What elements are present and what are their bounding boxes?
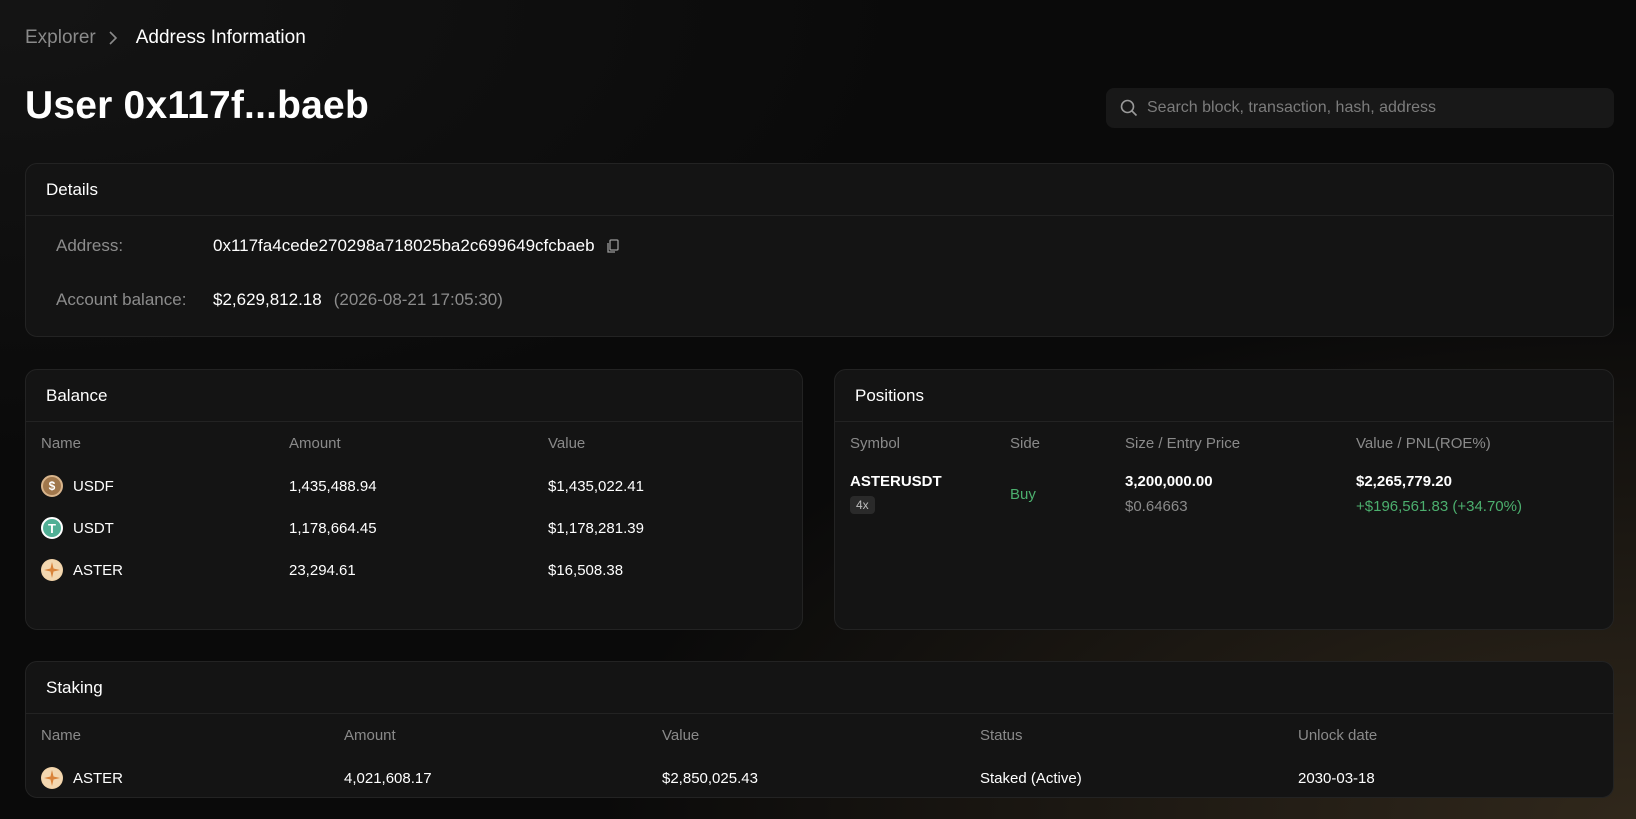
breadcrumb: Explorer Address Information — [25, 27, 306, 49]
asset-name: USDF — [73, 477, 114, 495]
balance-table: Name Amount Value $ USDF 1,435,488.94 $1… — [26, 422, 802, 591]
account-balance-timestamp: (2026-08-21 17:05:30) — [333, 290, 503, 309]
staking-status: Staked (Active) — [980, 769, 1082, 787]
staking-value: $2,850,025.43 — [662, 769, 758, 787]
positions-table: Symbol Side Size / Entry Price Value / P… — [835, 422, 1613, 515]
aster-coin-icon — [41, 767, 63, 789]
page-title: User 0x117f...baeb — [25, 84, 369, 127]
address-label: Address: — [56, 236, 124, 255]
search-icon — [1120, 99, 1138, 117]
staking-asset-name: ASTER — [73, 769, 124, 787]
staking-heading: Staking — [26, 662, 1613, 714]
position-size: 3,200,000.00 — [1125, 473, 1213, 490]
copy-icon[interactable] — [605, 238, 621, 254]
staking-card: Staking Name Amount Value Status Unlock … — [25, 661, 1614, 798]
position-side: Buy — [1010, 485, 1036, 503]
chevron-right-icon — [108, 28, 124, 48]
position-symbol[interactable]: ASTERUSDT — [850, 473, 1010, 490]
aster-coin-icon — [41, 559, 63, 581]
table-row: ASTERUSDT 4x Buy 3,200,000.00 $0.64663 $… — [835, 465, 1613, 515]
column-header: Name — [41, 435, 82, 452]
table-row: $ USDF 1,435,488.94 $1,435,022.41 — [26, 465, 802, 507]
staking-amount: 4,021,608.17 — [344, 769, 432, 787]
table-row: ASTER 23,294.61 $16,508.38 — [26, 549, 802, 591]
position-entry-price: $0.64663 — [1125, 498, 1188, 515]
column-header: Amount — [289, 435, 341, 452]
address-value: 0x117fa4cede270298a718025ba2c699649cfcba… — [213, 236, 595, 255]
table-row: T USDT 1,178,664.45 $1,178,281.39 — [26, 507, 802, 549]
column-header: Name — [41, 727, 82, 744]
search-bar[interactable] — [1106, 88, 1614, 128]
column-header: Symbol — [850, 435, 901, 452]
column-header: Side — [1010, 435, 1041, 452]
column-header: Unlock date — [1298, 727, 1378, 744]
asset-amount: 23,294.61 — [289, 561, 356, 579]
asset-value: $1,178,281.39 — [548, 519, 644, 537]
staking-table: Name Amount Value Status Unlock date AST… — [26, 714, 1613, 797]
asset-name: USDT — [73, 519, 114, 537]
search-input[interactable] — [1147, 99, 1614, 117]
column-header: Size / Entry Price — [1125, 435, 1241, 452]
table-row: ASTER 4,021,608.17 $2,850,025.43 Staked … — [26, 757, 1613, 797]
positions-card: Positions Symbol Side Size / Entry Price… — [834, 369, 1614, 630]
position-pnl: +$196,561.83 (+34.70%) — [1356, 498, 1522, 515]
breadcrumb-current: Address Information — [135, 27, 306, 48]
balance-card: Balance Name Amount Value $ USDF 1,435,4… — [25, 369, 803, 630]
account-balance-row: Account balance: $2,629,812.18 (2026-08-… — [56, 290, 503, 310]
column-header: Status — [980, 727, 1023, 744]
asset-value: $1,435,022.41 — [548, 477, 644, 495]
balance-heading: Balance — [26, 370, 802, 422]
details-heading: Details — [26, 164, 1613, 216]
position-value: $2,265,779.20 — [1356, 473, 1452, 490]
asset-value: $16,508.38 — [548, 561, 624, 579]
usdf-coin-icon: $ — [41, 475, 63, 497]
column-header: Value — [548, 435, 586, 452]
asset-name: ASTER — [73, 561, 124, 579]
address-row: Address: 0x117fa4cede270298a718025ba2c69… — [56, 236, 621, 256]
asset-amount: 1,435,488.94 — [289, 477, 377, 495]
column-header: Amount — [344, 727, 396, 744]
leverage-badge: 4x — [850, 496, 875, 514]
breadcrumb-explorer-link[interactable]: Explorer — [25, 27, 96, 49]
asset-amount: 1,178,664.45 — [289, 519, 377, 537]
column-header: Value — [662, 727, 700, 744]
column-header: Value / PNL(ROE%) — [1356, 435, 1491, 452]
account-balance-label: Account balance: — [56, 290, 187, 309]
staking-unlock-date: 2030-03-18 — [1298, 769, 1375, 787]
account-balance-value: $2,629,812.18 — [213, 290, 322, 309]
details-card: Details Address: 0x117fa4cede270298a7180… — [25, 163, 1614, 337]
usdt-coin-icon: T — [41, 517, 63, 539]
positions-heading: Positions — [835, 370, 1613, 422]
